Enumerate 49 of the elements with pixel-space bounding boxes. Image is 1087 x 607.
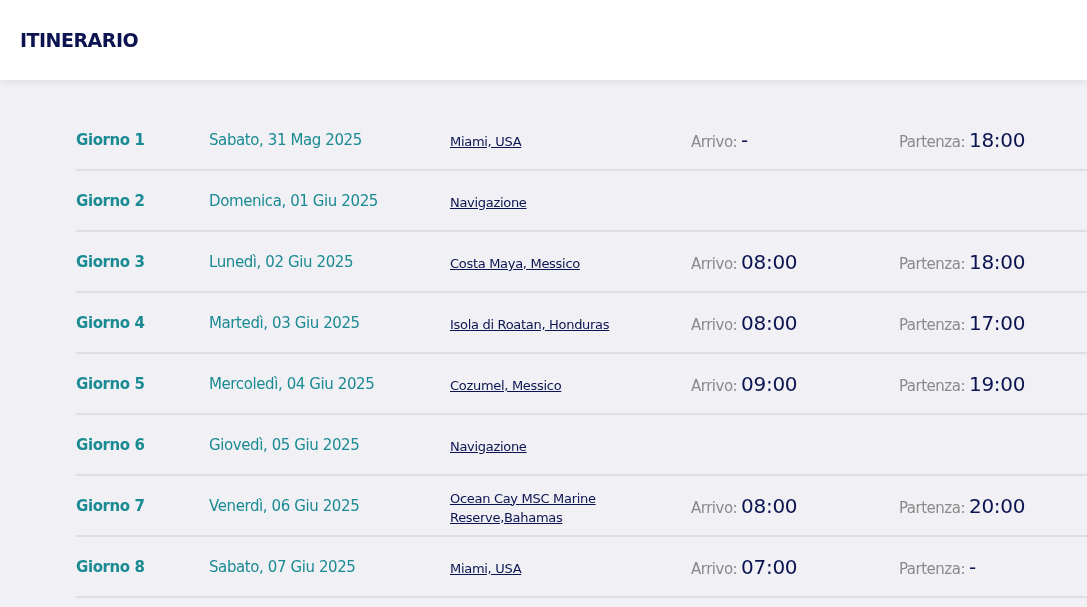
day-number: Giorno 8 [76,557,146,576]
day-number: Giorno 2 [76,191,146,210]
port-link[interactable]: Costa Maya, Messico [450,250,580,273]
arrival-time: - [741,127,749,152]
day-date: Venerdì, 06 Giu 2025 [209,496,361,515]
arrival-time: 08:00 [741,493,798,518]
day-date: Sabato, 31 Mag 2025 [209,130,363,149]
departure-label: Partenza: [899,315,965,334]
day-date: Martedì, 03 Giu 2025 [209,313,361,332]
departure-time: 20:00 [968,493,1026,518]
day-number: Giorno 4 [76,313,146,332]
arrival-label: Arrivo: [691,498,738,517]
arrival-time: 07:00 [741,554,798,579]
port-link[interactable]: Isola di Roatan, Honduras [450,311,610,334]
day-date: Giovedì, 05 Giu 2025 [209,435,361,454]
departure-time: 19:00 [968,371,1026,396]
day-date: Domenica, 01 Giu 2025 [209,191,379,210]
arrival-label: Arrivo: [691,376,738,395]
departure-label: Partenza: [899,498,965,517]
port-link[interactable]: Ocean Cay MSC Marine Reserve,Bahamas [450,484,620,527]
port-link[interactable]: Cozumel, Messico [450,372,562,395]
day-number: Giorno 6 [76,435,146,454]
arrival-time: 09:00 [741,371,798,396]
departure-label: Partenza: [899,376,965,395]
day-number: Giorno 3 [76,252,146,271]
day-date: Lunedì, 02 Giu 2025 [209,252,355,271]
departure-label: Partenza: [899,559,965,578]
departure-time: 18:00 [968,127,1026,152]
port-link[interactable]: Navigazione [450,189,527,212]
day-number: Giorno 5 [76,374,146,393]
port-link[interactable]: Miami, USA [450,128,522,151]
departure-time: - [968,554,976,579]
departure-label: Partenza: [899,254,965,273]
day-date: Mercoledì, 04 Giu 2025 [209,374,376,393]
day-date: Sabato, 07 Giu 2025 [209,557,357,576]
departure-time: 18:00 [968,249,1026,274]
arrival-time: 08:00 [741,310,798,335]
arrival-time: 08:00 [741,249,798,274]
page-title: ITINERARIO [20,29,139,51]
departure-time: 17:00 [968,310,1026,335]
day-number: Giorno 7 [76,496,146,515]
port-link[interactable]: Miami, USA [450,555,522,578]
departure-label: Partenza: [899,132,965,151]
arrival-label: Arrivo: [691,559,738,578]
port-link[interactable]: Navigazione [450,433,527,456]
arrival-label: Arrivo: [691,315,738,334]
day-number: Giorno 1 [76,130,146,149]
arrival-label: Arrivo: [691,254,738,273]
arrival-label: Arrivo: [691,132,738,151]
